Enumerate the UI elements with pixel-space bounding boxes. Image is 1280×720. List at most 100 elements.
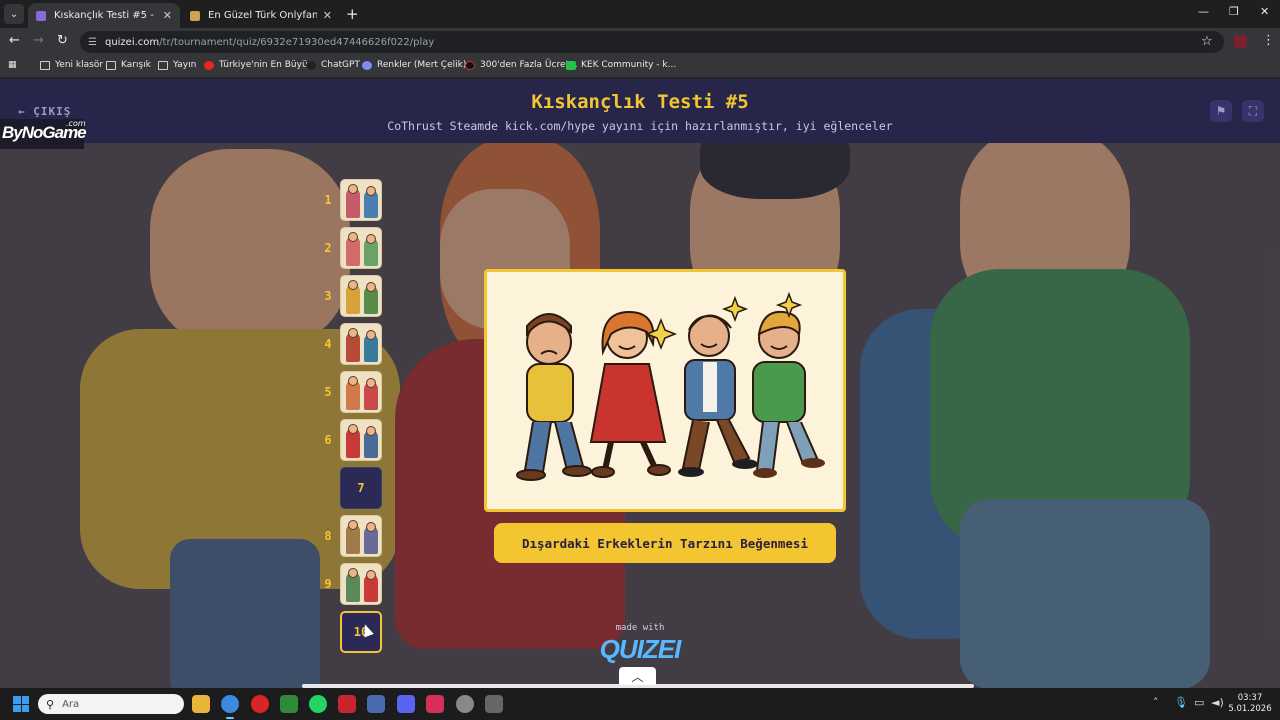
bookmark-item[interactable]: Türkiye'nin En Büyü... xyxy=(204,60,316,70)
bookmark-star-icon[interactable]: ☆ xyxy=(1201,34,1213,49)
reload-icon[interactable]: ↻ xyxy=(57,33,68,48)
microphone-icon[interactable]: 🎙 xyxy=(1174,696,1188,709)
bracket-thumb[interactable] xyxy=(340,419,382,461)
bracket-thumb[interactable] xyxy=(340,275,382,317)
bookmark-label: Karışık xyxy=(121,60,151,70)
folder-icon xyxy=(158,60,168,70)
tab-search-button[interactable]: ⌄ xyxy=(4,4,24,24)
extension-icon[interactable] xyxy=(1234,35,1247,48)
quiz-page: ← ÇIKIŞ Kıskançlık Testi #5 CoThrust Ste… xyxy=(0,79,1280,688)
clock-date: 5.01.2026 xyxy=(1228,704,1272,714)
steam-icon[interactable] xyxy=(367,695,385,713)
choice-card[interactable] xyxy=(484,269,846,512)
favicon-icon xyxy=(36,10,46,21)
favicon-icon xyxy=(190,10,200,21)
item-number: 9 xyxy=(324,577,332,591)
back-icon[interactable]: ← xyxy=(9,33,20,48)
kick-icon xyxy=(566,60,576,70)
taskbar-search[interactable]: ⚲ Ara xyxy=(38,694,184,714)
site-icon xyxy=(204,60,214,70)
bookmark-item[interactable]: Karışık xyxy=(106,60,151,70)
chevron-up-icon[interactable]: ˄ xyxy=(1153,696,1159,709)
tab-title: Kıskançlık Testi #5 - Tier List, Kı xyxy=(54,10,157,21)
tab-title: En Güzel Türk Onlyfansçı - Tier xyxy=(208,10,317,21)
file-explorer-icon[interactable] xyxy=(192,695,210,713)
windows-start-icon[interactable] xyxy=(13,696,29,712)
made-with-label: made with xyxy=(615,623,665,633)
bookmark-label: Renkler (Mert Çelik)... xyxy=(377,60,475,70)
network-icon[interactable]: ▭ xyxy=(1194,696,1204,709)
tab-quiz[interactable]: Kıskançlık Testi #5 - Tier List, Kı ✕ xyxy=(28,3,180,28)
opera-icon[interactable] xyxy=(251,695,269,713)
folder-icon xyxy=(106,60,116,70)
clock-time: 03:37 xyxy=(1237,693,1263,703)
bookmark-label: Yayın xyxy=(173,60,197,70)
url-host: quizei.com xyxy=(104,36,160,48)
plus-icon[interactable]: + xyxy=(346,5,359,23)
bracket-thumb[interactable] xyxy=(340,371,382,413)
bracket-thumb[interactable] xyxy=(340,323,382,365)
bookmark-label: Türkiye'nin En Büyü... xyxy=(219,60,317,70)
address-bar[interactable]: ☰ quizei.com/tr/tournament/quiz/6932e719… xyxy=(80,31,1224,53)
forward-icon[interactable]: → xyxy=(33,33,44,48)
volume-icon[interactable]: ◄) xyxy=(1211,696,1224,709)
item-number: 8 xyxy=(324,529,332,543)
bookmark-item[interactable]: Yayın xyxy=(158,60,196,70)
four-people-walking-illustration xyxy=(516,291,825,481)
bracket-thumb-current[interactable]: 10 xyxy=(340,611,382,653)
bookmark-item[interactable]: Yeni klasör xyxy=(40,60,103,70)
tab-other[interactable]: En Güzel Türk Onlyfansçı - Tier ✕ xyxy=(182,3,340,28)
whatsapp-icon[interactable] xyxy=(309,695,327,713)
bracket-thumb[interactable] xyxy=(340,227,382,269)
item-number: 4 xyxy=(324,337,332,351)
chatgpt-icon xyxy=(306,60,316,70)
settings-icon[interactable] xyxy=(456,695,474,713)
close-tab-icon[interactable]: ✕ xyxy=(323,9,332,22)
bracket-thumb[interactable] xyxy=(340,179,382,221)
bookmark-item[interactable]: ChatGPT xyxy=(306,60,360,70)
quiz-header: ← ÇIKIŞ Kıskançlık Testi #5 CoThrust Ste… xyxy=(0,79,1280,143)
fullscreen-icon[interactable]: ⛶ xyxy=(1242,100,1264,122)
discord-icon xyxy=(362,60,372,70)
bracket-thumb[interactable] xyxy=(340,515,382,557)
quiz-subtitle: CoThrust Steamde kick.com/hype yayını iç… xyxy=(387,119,893,133)
bookmark-label: Yeni klasör xyxy=(55,60,104,70)
quiz-title: Kıskançlık Testi #5 xyxy=(531,91,749,113)
bracket-thumb[interactable] xyxy=(340,563,382,605)
gear-icon[interactable] xyxy=(485,695,503,713)
site-icon xyxy=(465,60,475,70)
bookmark-label: KEK Community - k... xyxy=(581,60,677,70)
tab-strip: ⌄ Kıskançlık Testi #5 - Tier List, Kı ✕ … xyxy=(0,0,1280,28)
search-placeholder: Ara xyxy=(62,698,80,710)
discord-icon[interactable] xyxy=(397,695,415,713)
restore-icon[interactable]: ❐ xyxy=(1229,5,1239,18)
bookmark-item[interactable]: KEK Community - k... xyxy=(566,60,676,70)
folder-icon xyxy=(40,60,50,70)
close-tab-icon[interactable]: ✕ xyxy=(163,9,172,22)
more-menu-icon[interactable]: ⋮ xyxy=(1262,33,1275,48)
minimize-icon[interactable]: — xyxy=(1198,5,1209,18)
windows-taskbar: ⚲ Ara ˄ 🎙 ▭ ◄) 03:37 5.01.2026 xyxy=(0,688,1280,720)
chevron-up-icon[interactable]: ︿ xyxy=(619,667,656,685)
bookmark-label: ChatGPT xyxy=(321,60,360,70)
app-icon[interactable] xyxy=(426,695,444,713)
answer-button[interactable]: Dışardaki Erkeklerin Tarzını Beğenmesi xyxy=(494,523,836,563)
xbox-icon[interactable] xyxy=(280,695,298,713)
site-info-icon[interactable]: ☰ xyxy=(88,37,97,48)
item-number: 1 xyxy=(324,193,332,207)
window-close-icon[interactable]: ✕ xyxy=(1260,5,1269,18)
recorder-icon[interactable] xyxy=(338,695,356,713)
quizei-logo[interactable]: QUIZEI xyxy=(560,634,720,665)
logo-suffix: .com xyxy=(66,119,86,128)
item-number: 6 xyxy=(324,433,332,447)
chrome-icon[interactable] xyxy=(221,695,239,719)
bookmark-label: 300'den Fazla Ücret... xyxy=(480,60,578,70)
flag-icon[interactable]: ⚑ xyxy=(1210,100,1232,122)
bookmark-item[interactable]: Renkler (Mert Çelik)... xyxy=(362,60,475,70)
apps-grid-icon[interactable]: ▦ xyxy=(8,60,17,70)
bookmark-item[interactable]: 300'den Fazla Ücret... xyxy=(465,60,578,70)
search-icon: ⚲ xyxy=(46,697,55,711)
url-path: /tr/tournament/quiz/6932e71930ed47446626… xyxy=(159,36,435,48)
clock[interactable]: 03:37 5.01.2026 xyxy=(1228,693,1272,715)
bracket-thumb-empty[interactable]: 7 xyxy=(340,467,382,509)
